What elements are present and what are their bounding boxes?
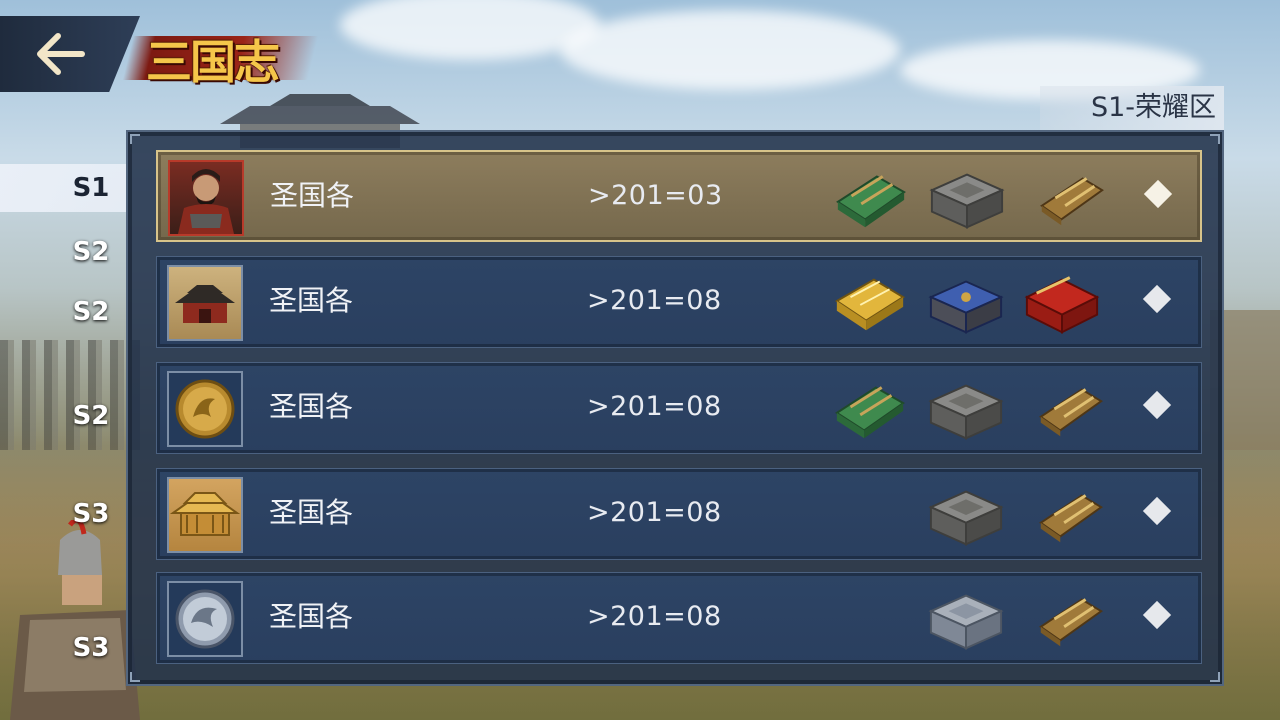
- season-tab-s2[interactable]: S2: [0, 228, 126, 276]
- server-date: >201=08: [587, 391, 722, 422]
- red-chest-icon: [1025, 276, 1099, 334]
- panel-corner: [130, 134, 140, 144]
- season-tab-s3[interactable]: S3: [0, 624, 126, 672]
- server-row[interactable]: 圣国各 >201=08: [156, 572, 1202, 664]
- panel-corner: [1210, 672, 1220, 682]
- gold-box-icon: [835, 278, 905, 332]
- server-date: >201=03: [588, 180, 723, 211]
- cloud: [560, 10, 900, 90]
- panel-corner: [1210, 134, 1220, 144]
- panel-corner: [130, 672, 140, 682]
- bronze-scroll-icon: [1040, 177, 1104, 227]
- diamond-icon: [1142, 390, 1172, 420]
- server-row[interactable]: 圣国各 >201=08: [156, 256, 1202, 348]
- palace-gate-avatar: [167, 265, 243, 341]
- server-row[interactable]: 圣国各 >201=08: [156, 362, 1202, 454]
- iron-chest-icon: [930, 173, 1004, 229]
- logo-text: 三国志: [146, 35, 280, 89]
- diamond-icon: [1142, 496, 1172, 526]
- season-tab-s3[interactable]: S3: [0, 490, 126, 538]
- bronze-scroll-icon: [1039, 494, 1103, 544]
- server-name: 圣国各: [269, 496, 354, 529]
- golden-phoenix-emblem-avatar: [167, 371, 243, 447]
- arrow-left-icon: [37, 33, 85, 75]
- foreground-soldier: [10, 520, 140, 720]
- server-date: >201=08: [587, 497, 722, 528]
- diamond-icon: [1142, 600, 1172, 630]
- silver-dragon-emblem-avatar: [167, 581, 243, 657]
- diamond-icon: [1143, 179, 1173, 209]
- zone-label: S1-荣耀区: [1040, 86, 1224, 130]
- silver-chest-icon: [929, 594, 1003, 650]
- green-book-icon: [835, 386, 905, 440]
- iron-chest-icon: [929, 490, 1003, 546]
- server-date: >201=08: [587, 601, 722, 632]
- bronze-scroll-icon: [1039, 598, 1103, 648]
- general-portrait-avatar: [168, 160, 244, 236]
- server-name: 圣国各: [269, 284, 354, 317]
- golden-palace-avatar: [167, 477, 243, 553]
- diamond-icon: [1142, 284, 1172, 314]
- blue-chest-icon: [929, 280, 1003, 334]
- back-button[interactable]: [0, 16, 140, 92]
- bronze-scroll-icon: [1039, 388, 1103, 438]
- game-logo: 三国志: [122, 20, 319, 90]
- server-name: 圣国各: [270, 179, 355, 212]
- green-book-icon: [836, 175, 906, 229]
- server-row[interactable]: 圣国各 >201=03: [156, 150, 1202, 242]
- season-tab-s1[interactable]: S1: [0, 164, 126, 212]
- iron-chest-icon: [929, 384, 1003, 440]
- server-date: >201=08: [587, 285, 722, 316]
- season-tab-s2[interactable]: S2: [0, 288, 126, 336]
- server-name: 圣国各: [269, 390, 354, 423]
- season-tab-s2[interactable]: S2: [0, 392, 126, 440]
- server-row[interactable]: 圣国各 >201=08: [156, 468, 1202, 560]
- server-name: 圣国各: [269, 600, 354, 633]
